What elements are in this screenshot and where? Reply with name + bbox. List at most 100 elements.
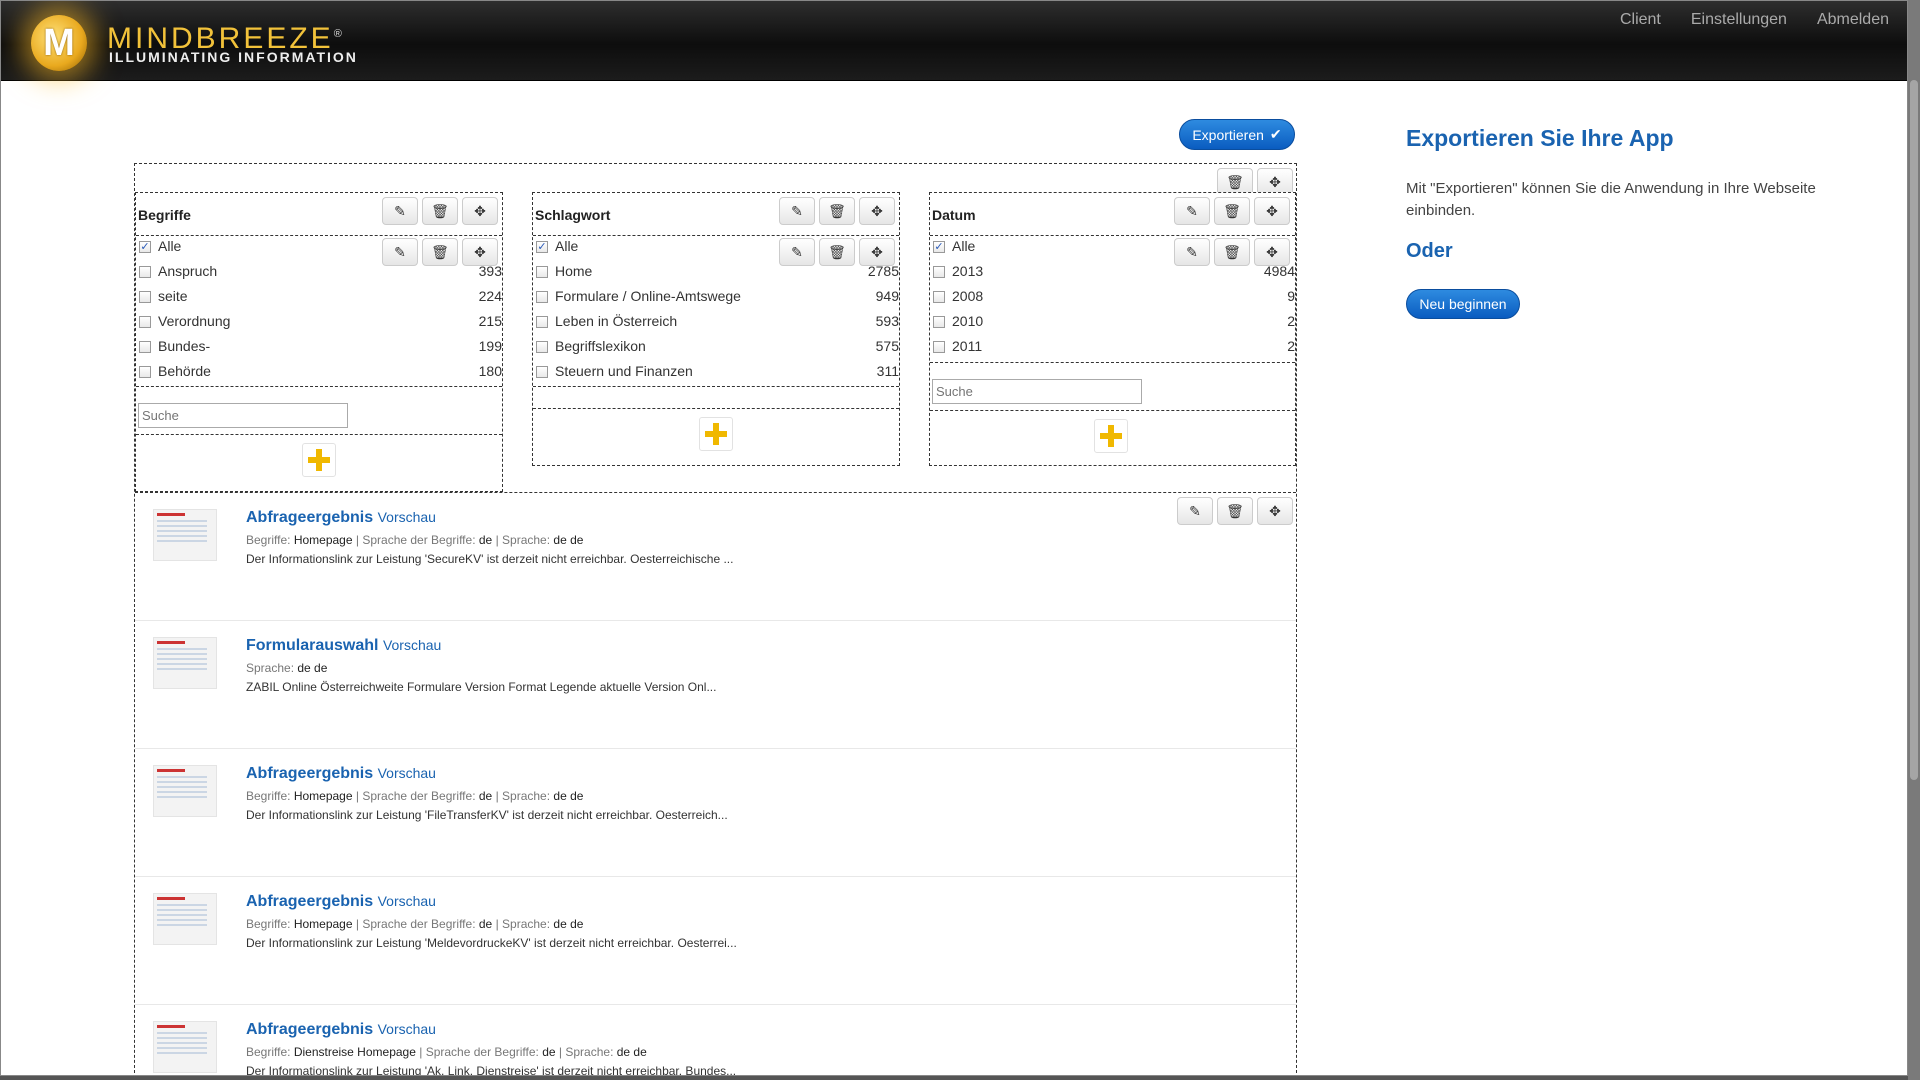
- checkbox[interactable]: [933, 341, 945, 353]
- facet-datum: Datum ✎ 🗑 ✥ ✎ 🗑 ✥ ✓ Alle 2013 4984 2008 9 2…: [929, 192, 1296, 466]
- neu-beginnen-button[interactable]: Neu beginnen: [1406, 289, 1520, 319]
- facet-item[interactable]: 2011 2: [930, 336, 1295, 358]
- facet-begriffe: Begriffe ✎ 🗑 ✥ ✎ 🗑 ✥ ✓ Alle Anspruch 393 s…: [135, 192, 503, 492]
- checkbox[interactable]: [139, 341, 151, 353]
- result-snippet: Der Informationslink zur Leistung 'FileT…: [246, 808, 728, 822]
- facet-item[interactable]: Verordnung 215: [136, 311, 502, 333]
- result-snippet: Der Informationslink zur Leistung 'Ak. L…: [246, 1064, 737, 1076]
- checkbox[interactable]: [139, 266, 151, 278]
- result-preview-link[interactable]: Vorschau: [378, 893, 436, 909]
- result-snippet: Der Informationslink zur Leistung 'Secur…: [246, 552, 734, 566]
- facet-item[interactable]: ✓ Alle: [533, 236, 899, 258]
- facet-item[interactable]: ✓ Alle: [930, 236, 1295, 258]
- result-item: Formularauswahl Vorschau Sprache: de de …: [135, 621, 1296, 749]
- facet-schlagwort: Schlagwort ✎ 🗑 ✥ ✎ 🗑 ✥ ✓ Alle Home 2785 Fo…: [532, 192, 900, 466]
- facet-title: Begriffe: [138, 207, 191, 223]
- facet-delete-icon[interactable]: 🗑: [1214, 197, 1250, 225]
- checkbox[interactable]: [536, 366, 548, 378]
- browser-window: M MINDBREEZE® ILLUMINATING INFORMATION C…: [0, 0, 1908, 1076]
- facet-item[interactable]: ✓ Alle: [136, 236, 502, 258]
- result-meta: Begriffe: Homepage | Sprache der Begriff…: [246, 533, 584, 547]
- facet-edit-icon[interactable]: ✎: [779, 197, 815, 225]
- result-title-link[interactable]: Abfrageergebnis: [246, 1021, 373, 1038]
- checkbox-checked[interactable]: ✓: [139, 241, 151, 253]
- checkbox[interactable]: [536, 266, 548, 278]
- facet-delete-icon[interactable]: 🗑: [422, 197, 458, 225]
- facet-item[interactable]: 2013 4984: [930, 261, 1295, 283]
- result-thumbnail[interactable]: [153, 637, 217, 689]
- checkbox-checked[interactable]: ✓: [536, 241, 548, 253]
- result-title-link[interactable]: Abfrageergebnis: [246, 893, 373, 910]
- window-scrollbar[interactable]: [1908, 0, 1920, 1080]
- facet-item[interactable]: Anspruch 393: [136, 261, 502, 283]
- checkbox[interactable]: [536, 316, 548, 328]
- nav-abmelden[interactable]: Abmelden: [1817, 11, 1889, 29]
- result-thumbnail[interactable]: [153, 893, 217, 945]
- facet-item[interactable]: Begriffslexikon 575: [533, 336, 899, 358]
- facet-search-input[interactable]: [138, 403, 348, 428]
- add-widget-icon[interactable]: [1094, 419, 1128, 453]
- checkbox[interactable]: [139, 316, 151, 328]
- facet-edit-icon[interactable]: ✎: [382, 197, 418, 225]
- mindbreeze-logo[interactable]: M MINDBREEZE® ILLUMINATING INFORMATION: [5, 5, 425, 77]
- checkbox[interactable]: [933, 266, 945, 278]
- results-list: ✎ 🗑 ✥ Abfrageergebnis Vorschau Begriffe:…: [135, 492, 1296, 1075]
- nav-client[interactable]: Client: [1620, 11, 1661, 29]
- app-layout-container: 🗑 ✥ Begriffe ✎ 🗑 ✥ ✎ 🗑 ✥ ✓ Alle Anspruch 3…: [134, 163, 1297, 1075]
- facet-search-input[interactable]: [932, 379, 1142, 404]
- result-preview-link[interactable]: Vorschau: [378, 765, 436, 781]
- logo-icon: M: [31, 15, 87, 71]
- checkbox[interactable]: [933, 316, 945, 328]
- result-meta: Begriffe: Homepage | Sprache der Begriff…: [246, 789, 584, 803]
- add-widget-icon[interactable]: [699, 417, 733, 451]
- result-item: Abfrageergebnis Vorschau Begriffe: Homep…: [135, 877, 1296, 1005]
- result-thumbnail[interactable]: [153, 765, 217, 817]
- facet-move-icon[interactable]: ✥: [462, 197, 498, 225]
- result-thumbnail[interactable]: [153, 1021, 217, 1073]
- result-item: Abfrageergebnis Vorschau Begriffe: Diens…: [135, 1005, 1296, 1076]
- sidebar-oder: Oder: [1406, 240, 1453, 262]
- export-button[interactable]: Exportieren ✔: [1179, 119, 1295, 150]
- facet-list: ✎ 🗑 ✥ ✓ Alle Anspruch 393 seite 224 Verordn…: [136, 235, 502, 387]
- result-meta: Begriffe: Homepage | Sprache der Begriff…: [246, 917, 584, 931]
- facet-move-icon[interactable]: ✥: [1254, 197, 1290, 225]
- scrollbar-thumb[interactable]: [1910, 80, 1918, 780]
- result-thumbnail[interactable]: [153, 509, 217, 561]
- nav-einstellungen[interactable]: Einstellungen: [1691, 11, 1787, 29]
- facet-edit-icon[interactable]: ✎: [1174, 197, 1210, 225]
- facet-item[interactable]: Home 2785: [533, 261, 899, 283]
- facet-delete-icon[interactable]: 🗑: [819, 197, 855, 225]
- facet-item[interactable]: Leben in Österreich 593: [533, 311, 899, 333]
- checkbox[interactable]: [139, 366, 151, 378]
- result-snippet: ZABIL Online Österreichweite Formulare V…: [246, 680, 717, 694]
- facet-item[interactable]: Formulare / Online-Amtswege 949: [533, 286, 899, 308]
- add-widget-icon[interactable]: [302, 443, 336, 477]
- facet-item[interactable]: Behörde 180: [136, 361, 502, 383]
- checkbox[interactable]: [139, 291, 151, 303]
- facet-list: ✎ 🗑 ✥ ✓ Alle 2013 4984 2008 9 2010 2 2011 2: [930, 235, 1295, 363]
- result-preview-link[interactable]: Vorschau: [383, 637, 441, 653]
- result-preview-link[interactable]: Vorschau: [378, 509, 436, 525]
- checkmark-icon: ✔: [1269, 126, 1282, 142]
- result-preview-link[interactable]: Vorschau: [378, 1021, 436, 1037]
- sidebar-description: Mit "Exportieren" können Sie die Anwendu…: [1406, 180, 1816, 219]
- facet-item[interactable]: Bundes- 199: [136, 336, 502, 358]
- checkbox[interactable]: [933, 291, 945, 303]
- facet-item[interactable]: 2008 9: [930, 286, 1295, 308]
- facet-item[interactable]: Steuern und Finanzen 311: [533, 361, 899, 383]
- facet-item[interactable]: 2010 2: [930, 311, 1295, 333]
- result-title-link[interactable]: Abfrageergebnis: [246, 765, 373, 782]
- facet-move-icon[interactable]: ✥: [859, 197, 895, 225]
- checkbox[interactable]: [536, 291, 548, 303]
- facet-title: Schlagwort: [535, 207, 611, 223]
- facet-item[interactable]: seite 224: [136, 286, 502, 308]
- result-title-link[interactable]: Abfrageergebnis: [246, 509, 373, 526]
- result-title-link[interactable]: Formularauswahl: [246, 637, 378, 654]
- facet-title: Datum: [932, 207, 976, 223]
- facet-divider: [533, 389, 899, 409]
- checkbox[interactable]: [536, 341, 548, 353]
- facet-search-area: [136, 389, 502, 435]
- checkbox-checked[interactable]: ✓: [933, 241, 945, 253]
- facet-search-area: [930, 365, 1295, 411]
- app-header: M MINDBREEZE® ILLUMINATING INFORMATION C…: [1, 1, 1907, 81]
